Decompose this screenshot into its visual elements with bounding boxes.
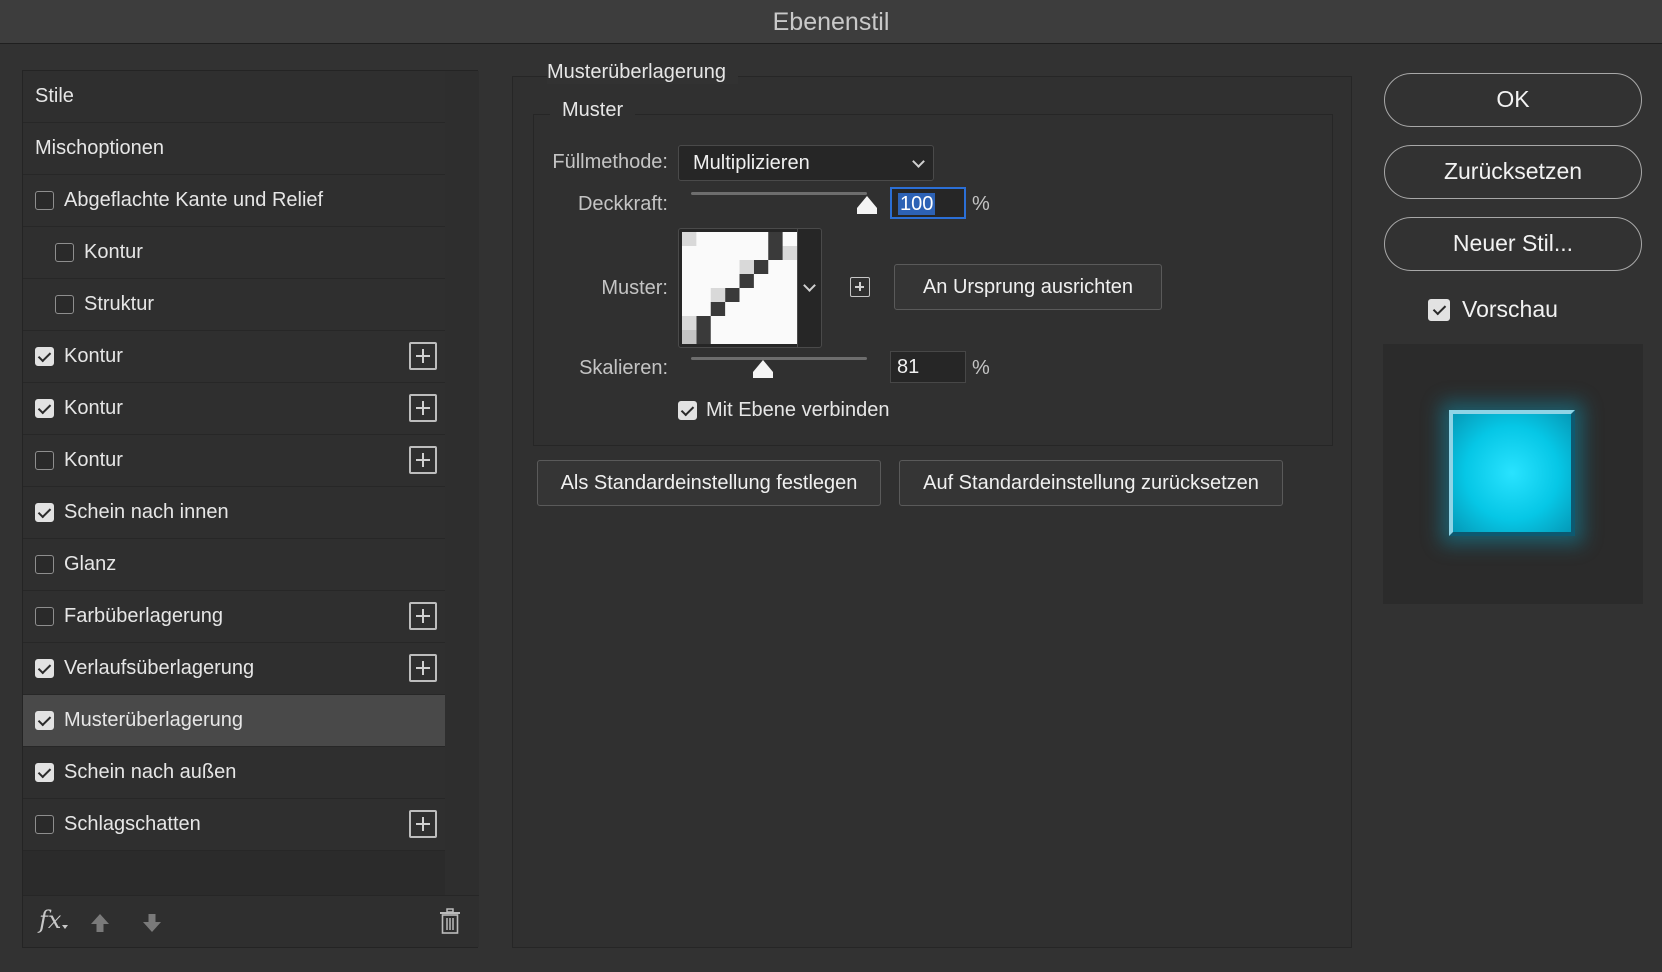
add-effect-icon[interactable] xyxy=(409,810,437,838)
style-checkbox[interactable] xyxy=(35,607,54,626)
pattern-preview xyxy=(682,232,797,344)
style-item-label: Kontur xyxy=(84,241,143,263)
style-item-label: Schein nach innen xyxy=(64,501,229,523)
style-checkbox[interactable] xyxy=(35,659,54,678)
ok-button[interactable]: OK xyxy=(1384,73,1642,127)
styles-list: Stile Mischoptionen Abgeflachte Kante und … xyxy=(23,71,445,851)
style-item-6[interactable]: Kontur xyxy=(23,383,445,435)
preview-label: Vorschau xyxy=(1462,296,1558,322)
scale-slider-thumb[interactable] xyxy=(752,359,774,379)
style-item-label: Mischoptionen xyxy=(35,137,164,159)
subgroup-title: Muster xyxy=(550,99,636,122)
scale-slider-track[interactable] xyxy=(691,357,867,360)
style-item-label: Kontur xyxy=(64,397,123,419)
fx-menu-icon[interactable]: fx xyxy=(39,906,69,934)
move-down-icon[interactable] xyxy=(141,912,163,934)
new-style-button[interactable]: Neuer Stil... xyxy=(1384,217,1642,271)
style-item-11[interactable]: Verlaufsüberlagerung xyxy=(23,643,445,695)
blend-mode-value: Multiplizieren xyxy=(693,152,810,174)
preview-checkbox[interactable]: Vorschau xyxy=(1428,296,1558,323)
link-with-layer-checkbox[interactable]: Mit Ebene verbinden xyxy=(678,399,889,422)
style-item-9[interactable]: Glanz xyxy=(23,539,445,591)
style-item-label: Abgeflachte Kante und Relief xyxy=(64,189,324,211)
add-effect-icon[interactable] xyxy=(409,602,437,630)
style-checkbox[interactable] xyxy=(35,763,54,782)
style-item-label: Glanz xyxy=(64,553,117,575)
preview-check[interactable] xyxy=(1428,298,1450,321)
styles-panel: Stile Mischoptionen Abgeflachte Kante und … xyxy=(22,70,479,948)
link-with-layer-label: Mit Ebene verbinden xyxy=(706,399,890,421)
style-item-5[interactable]: Kontur xyxy=(23,331,445,383)
opacity-input[interactable]: 100 xyxy=(890,187,966,219)
style-item-label: Kontur xyxy=(64,449,123,471)
style-preview xyxy=(1383,344,1643,604)
chevron-down-icon xyxy=(912,155,925,168)
scale-label: Skalieren: xyxy=(579,357,668,379)
add-effect-icon[interactable] xyxy=(409,446,437,474)
pattern-picker[interactable] xyxy=(678,228,822,348)
style-item-3[interactable]: Kontur xyxy=(23,227,445,279)
style-item-label: Musterüberlagerung xyxy=(64,709,243,731)
snap-to-origin-button[interactable]: An Ursprung ausrichten xyxy=(894,264,1162,310)
scale-input[interactable]: 81 xyxy=(890,351,966,383)
style-checkbox[interactable] xyxy=(35,191,54,210)
reset-to-default-button[interactable]: Auf Standardeinstellung zurücksetzen xyxy=(899,460,1283,506)
style-item-10[interactable]: Farbüberlagerung xyxy=(23,591,445,643)
chevron-down-icon xyxy=(803,279,816,292)
style-item-8[interactable]: Schein nach innen xyxy=(23,487,445,539)
reset-button[interactable]: Zurücksetzen xyxy=(1384,145,1642,199)
style-item-label: Schlagschatten xyxy=(64,813,201,835)
style-checkbox[interactable] xyxy=(35,711,54,730)
style-item-2[interactable]: Abgeflachte Kante und Relief xyxy=(23,175,445,227)
add-effect-icon[interactable] xyxy=(409,342,437,370)
style-item-label: Schein nach außen xyxy=(64,761,237,783)
preview-thumbnail xyxy=(1449,410,1575,536)
style-checkbox[interactable] xyxy=(35,815,54,834)
blend-mode-label: Füllmethode: xyxy=(552,151,668,173)
style-item-4[interactable]: Struktur xyxy=(23,279,445,331)
style-checkbox[interactable] xyxy=(35,399,54,418)
pattern-dropdown[interactable] xyxy=(797,229,821,347)
style-item-label: Kontur xyxy=(64,345,123,367)
move-up-icon[interactable] xyxy=(89,912,111,934)
group-title: Musterüberlagerung xyxy=(547,61,738,84)
style-checkbox[interactable] xyxy=(35,451,54,470)
style-item-7[interactable]: Kontur xyxy=(23,435,445,487)
opacity-label: Deckkraft: xyxy=(577,193,668,215)
style-item-12[interactable]: Musterüberlagerung xyxy=(23,695,445,747)
opacity-slider-thumb[interactable] xyxy=(856,195,878,215)
style-item-13[interactable]: Schein nach außen xyxy=(23,747,445,799)
add-effect-icon[interactable] xyxy=(409,654,437,682)
add-effect-icon[interactable] xyxy=(409,394,437,422)
style-checkbox[interactable] xyxy=(35,347,54,366)
style-checkbox[interactable] xyxy=(55,295,74,314)
scale-percent: % xyxy=(972,357,990,379)
opacity-percent: % xyxy=(972,193,990,215)
style-checkbox[interactable] xyxy=(55,243,74,262)
make-default-button[interactable]: Als Standardeinstellung festlegen xyxy=(537,460,881,506)
style-item-1[interactable]: Mischoptionen xyxy=(23,123,445,175)
styles-footer: fx xyxy=(23,895,479,947)
style-item-14[interactable]: Schlagschatten xyxy=(23,799,445,851)
pattern-overlay-panel: Musterüberlagerung Muster Füllmethode: M… xyxy=(512,61,1352,948)
pattern-subgroup: Muster Füllmethode: Multiplizieren Deckk… xyxy=(533,99,1333,446)
opacity-slider-track[interactable] xyxy=(691,192,867,195)
link-with-layer-check[interactable] xyxy=(678,401,697,420)
style-item-label: Stile xyxy=(35,85,74,107)
trash-icon[interactable] xyxy=(439,908,461,934)
new-pattern-icon[interactable] xyxy=(850,277,870,297)
window-title: Ebenenstil xyxy=(0,0,1662,44)
style-item-label: Verlaufsüberlagerung xyxy=(64,657,255,679)
blend-mode-select[interactable]: Multiplizieren xyxy=(678,145,934,181)
style-item-0[interactable]: Stile xyxy=(23,71,445,123)
style-item-label: Farbüberlagerung xyxy=(64,605,223,627)
style-checkbox[interactable] xyxy=(35,555,54,574)
style-checkbox[interactable] xyxy=(35,503,54,522)
style-item-label: Struktur xyxy=(84,293,155,315)
pattern-label: Muster: xyxy=(601,277,668,299)
styles-scrollbar[interactable] xyxy=(445,71,479,896)
